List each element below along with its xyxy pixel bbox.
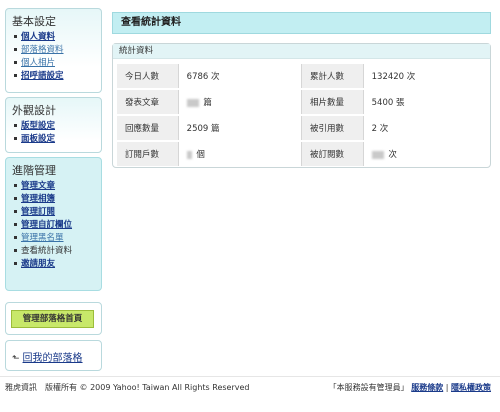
sidebar-item-subscriptions[interactable]: 管理訂閱 [14,206,101,219]
stat-value-cell: 個 [178,142,302,166]
footer-divider [0,376,500,377]
sidebar-item-photo[interactable]: 個人相片 [14,57,101,70]
sidebar-item-greeting[interactable]: 招呼語設定 [14,70,101,83]
back-to-blog-box: ⬑ 回我的部落格 [5,340,102,371]
redacted-mark [371,150,384,159]
stat-value-cell: 次 [363,142,487,166]
stat-label: 被引用數 [301,116,364,140]
statistics-panel-title: 統計資料 [113,44,490,59]
stat-value-cell: 篇 [178,90,302,114]
sidebar-item-statistics: 查看統計資料 [14,245,101,258]
footer-links: 「本服務設有管理員」 服務條款 | 隱私權政策 [329,382,491,393]
sidebar-advanced-section: 進階管理 管理文章 管理相簿 管理訂閱 管理自訂欄位 管理黑名單 查看統計資料 … [5,157,102,291]
stat-label: 累計人數 [301,64,364,88]
bullet-icon [14,236,17,239]
sidebar-link-invite[interactable]: 邀請朋友 [21,259,55,269]
table-row: 發表文章 篇 相片數量 5400 張 [117,90,487,114]
stat-value: 5400 張 [363,90,487,114]
bullet-icon [14,35,17,38]
stat-value: 篇 [203,98,212,108]
footer-copyright: 雅虎資訊 版權所有 © 2009 Yahoo! Taiwan All Right… [5,383,250,392]
sidebar-item-invite[interactable]: 邀請朋友 [14,258,101,271]
sidebar-item-panel[interactable]: 面板設定 [14,133,101,146]
back-to-blog-link[interactable]: 回我的部落格 [23,353,83,364]
sidebar-link-articles[interactable]: 管理文章 [21,181,55,191]
back-arrow-icon: ⬑ [12,354,20,364]
stat-value: 6786 次 [178,64,302,88]
stat-value: 2509 篇 [178,116,302,140]
bullet-icon [14,210,17,213]
footer-privacy-link[interactable]: 隱私權政策 [451,383,491,392]
stat-label: 發表文章 [117,90,179,114]
sidebar-link-subscriptions[interactable]: 管理訂閱 [21,207,55,217]
blog-home-box: 管理部落格首頁 [5,302,102,335]
bullet-icon [14,184,17,187]
sidebar-item-template[interactable]: 版型設定 [14,120,101,133]
bullet-icon [14,61,17,64]
stat-label: 回應數量 [117,116,179,140]
sidebar-item-blog-info[interactable]: 部落格資料 [14,44,101,57]
stat-label: 今日人數 [117,64,179,88]
sidebar-look-title: 外觀設計 [12,104,56,117]
bullet-icon [14,262,17,265]
stat-label: 被訂閱數 [301,142,364,166]
sidebar-link-template[interactable]: 版型設定 [21,121,55,131]
statistics-table: 今日人數 6786 次 累計人數 132420 次 發表文章 篇 相片數量 54… [117,62,487,168]
table-row: 今日人數 6786 次 累計人數 132420 次 [117,64,487,88]
table-row: 回應數量 2509 篇 被引用數 2 次 [117,116,487,140]
bullet-icon [14,249,17,252]
sidebar-item-articles[interactable]: 管理文章 [14,180,101,193]
blog-home-button[interactable]: 管理部落格首頁 [11,310,94,328]
redacted-mark [186,98,199,107]
sidebar-current-statistics: 查看統計資料 [21,246,73,256]
sidebar-link-blacklist[interactable]: 管理黑名單 [21,233,64,243]
sidebar-item-albums[interactable]: 管理相簿 [14,193,101,206]
stat-label: 訂閱戶數 [117,142,179,166]
stat-value: 個 [196,150,205,160]
bullet-icon [14,197,17,200]
sidebar-link-profile[interactable]: 個人資料 [21,32,55,42]
bullet-icon [14,137,17,140]
redacted-mark [186,150,192,159]
sidebar-link-blog-info[interactable]: 部落格資料 [21,45,64,55]
footer-terms-link[interactable]: 服務條款 [411,383,443,392]
stat-value: 次 [388,150,397,160]
sidebar-link-albums[interactable]: 管理相簿 [21,194,55,204]
sidebar-link-greeting[interactable]: 招呼語設定 [21,71,64,81]
bullet-icon [14,74,17,77]
bullet-icon [14,48,17,51]
sidebar-item-profile[interactable]: 個人資料 [14,31,101,44]
sidebar-advanced-title: 進階管理 [12,164,56,177]
stat-value: 132420 次 [363,64,487,88]
sidebar-basic-section: 基本設定 個人資料 部落格資料 個人相片 招呼語設定 [5,8,102,93]
page-title: 查看統計資料 [112,12,491,34]
stat-value: 2 次 [363,116,487,140]
sidebar-link-panel[interactable]: 面板設定 [21,134,55,144]
footer-admin-notice: 「本服務設有管理員」 [328,383,409,392]
sidebar-link-photo[interactable]: 個人相片 [21,58,55,68]
stat-label: 相片數量 [301,90,364,114]
footer-separator: | [445,383,449,392]
sidebar-item-blacklist[interactable]: 管理黑名單 [14,232,101,245]
bullet-icon [14,124,17,127]
sidebar-item-custom-fields[interactable]: 管理自訂欄位 [14,219,101,232]
sidebar-look-section: 外觀設計 版型設定 面板設定 [5,97,102,153]
table-row: 訂閱戶數 個 被訂閱數 次 [117,142,487,166]
sidebar-link-custom-fields[interactable]: 管理自訂欄位 [21,220,72,230]
bullet-icon [14,223,17,226]
sidebar-basic-title: 基本設定 [12,15,56,28]
statistics-panel: 統計資料 今日人數 6786 次 累計人數 132420 次 發表文章 篇 相片… [112,43,491,168]
